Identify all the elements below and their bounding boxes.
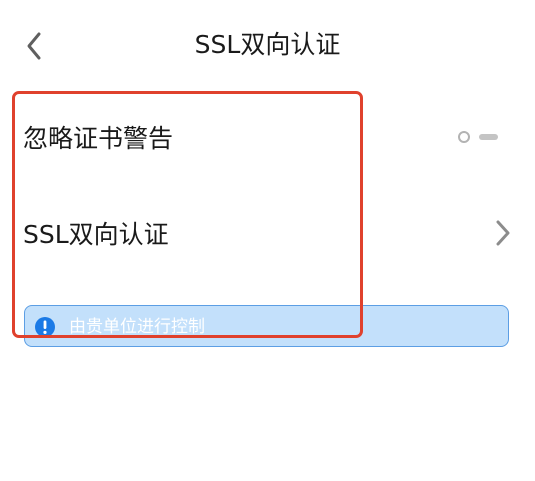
ignore-cert-warning-label: 忽略证书警告 (23, 124, 174, 153)
toggle-knob (458, 131, 470, 143)
ignore-cert-warning-toggle[interactable] (456, 128, 502, 146)
info-icon (35, 317, 55, 337)
ssl-mutual-auth-row[interactable]: SSL双向认证 (0, 188, 535, 278)
ssl-mutual-auth-label: SSL双向认证 (23, 220, 169, 249)
notice-text: 由贵单位进行控制 (69, 317, 205, 337)
ignore-cert-warning-row: 忽略证书警告 (0, 92, 535, 182)
chevron-right-icon (496, 220, 510, 246)
page-title: SSL双向认证 (194, 30, 341, 59)
managed-by-org-notice: 由贵单位进行控制 (24, 305, 509, 347)
toggle-track (479, 134, 498, 140)
title-bar: SSL双向认证 (0, 0, 535, 92)
